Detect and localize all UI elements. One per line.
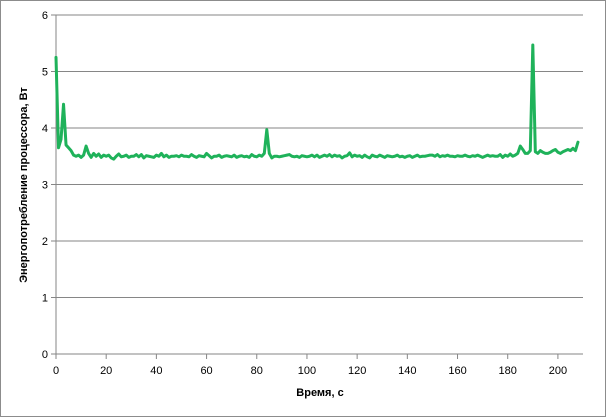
x-tick-label: 80 <box>251 365 263 377</box>
x-tick-label: 20 <box>100 365 112 377</box>
chart-area: 0 1 2 3 4 5 6 0 20 40 60 80 100 120 140 160 180 200 Врем… <box>0 0 606 417</box>
line-chart: 0 1 2 3 4 5 6 0 20 40 60 80 100 120 140 160 180 200 Врем… <box>18 10 583 399</box>
x-tick-label: 40 <box>150 365 162 377</box>
series-layer <box>54 43 580 161</box>
y-tick-label: 1 <box>42 293 48 305</box>
y-axis-tick-labels: 0 1 2 3 4 5 6 <box>42 10 48 361</box>
x-tick-label: 100 <box>298 365 316 377</box>
y-tick-label: 6 <box>42 10 48 22</box>
y-axis-title: Энергопотребление процессора, Вт <box>18 87 30 283</box>
x-axis-title: Время, с <box>296 387 343 399</box>
y-tick-label: 5 <box>42 67 48 79</box>
series-line-1 <box>54 43 580 161</box>
x-tick-label: 0 <box>53 365 59 377</box>
x-tick-label: 140 <box>398 365 416 377</box>
x-tick-label: 180 <box>499 365 517 377</box>
y-tick-label: 3 <box>42 180 48 192</box>
y-tick-label: 2 <box>42 236 48 248</box>
y-tick-label: 4 <box>42 123 48 135</box>
x-tick-label: 160 <box>448 365 466 377</box>
x-tick-label: 120 <box>348 365 366 377</box>
x-tick-label: 60 <box>200 365 212 377</box>
axes <box>51 14 583 359</box>
y-tick-label: 0 <box>42 349 48 361</box>
x-tick-label: 200 <box>549 365 567 377</box>
x-axis-tick-labels: 0 20 40 60 80 100 120 140 160 180 200 <box>53 365 567 377</box>
